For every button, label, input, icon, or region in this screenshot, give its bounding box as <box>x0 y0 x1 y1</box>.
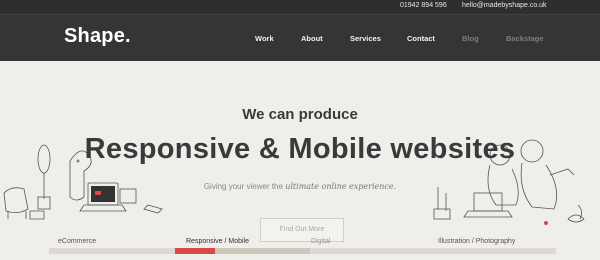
hero-heading: Responsive & Mobile websites <box>84 133 516 165</box>
hero-pre-heading: We can produce <box>242 106 358 123</box>
tab-progress-active <box>175 248 215 254</box>
tagline-italic: ultimate online experience. <box>285 182 397 191</box>
nav-item-work[interactable]: Work <box>255 34 274 43</box>
tab-digital[interactable]: Digital <box>311 238 330 245</box>
tab-responsive-mobile[interactable]: Responsive / Mobile <box>186 238 249 245</box>
tab-ecommerce[interactable]: eCommerce <box>58 238 96 245</box>
nav-item-blog[interactable]: Blog <box>462 34 479 43</box>
tab-illustration-photography[interactable]: Illustration / Photography <box>438 238 515 245</box>
site-header: Shape. Work About Services Contact Blog … <box>0 14 600 61</box>
service-tabs: eCommerce Responsive / Mobile Digital Il… <box>0 236 600 260</box>
nav-item-services[interactable]: Services <box>350 34 381 43</box>
hero-section: We can produce Responsive & Mobile websi… <box>0 61 600 260</box>
tab-progress-next <box>215 248 310 254</box>
nav-item-contact[interactable]: Contact <box>407 34 435 43</box>
nav-item-backstage[interactable]: Backstage <box>506 34 544 43</box>
hero-tagline: Giving your viewer the ultimate online e… <box>0 182 600 191</box>
top-contact-bar: 01942 894 596 hello@madebyshape.co.uk <box>0 0 600 14</box>
phone-number[interactable]: 01942 894 596 <box>400 2 447 9</box>
tagline-plain: Giving your viewer the <box>203 182 283 191</box>
main-nav: Work About Services Contact Blog Backsta… <box>0 34 600 46</box>
nav-item-about[interactable]: About <box>301 34 323 43</box>
email-link[interactable]: hello@madebyshape.co.uk <box>462 2 547 9</box>
